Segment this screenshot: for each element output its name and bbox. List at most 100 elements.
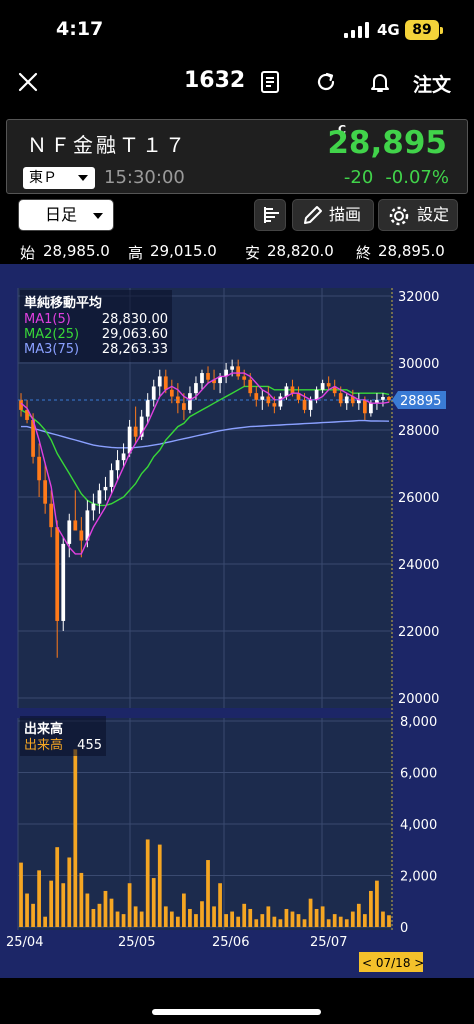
price-chart[interactable]: 32000 30000 28000 26000 24000 22000 20000 8,000… bbox=[0, 264, 474, 978]
volume-bar bbox=[224, 914, 228, 927]
volume-bar bbox=[206, 860, 210, 927]
ma2-label: MA2(25) bbox=[24, 327, 80, 342]
date-tick-label: 25/07 bbox=[310, 935, 347, 950]
ma-legend: 単純移動平均 MA1(5) 28,830.00 MA2(25) 29,063.6… bbox=[20, 290, 172, 362]
candle-body bbox=[151, 386, 156, 400]
home-indicator[interactable] bbox=[152, 1009, 321, 1015]
document-icon[interactable] bbox=[258, 70, 282, 94]
volume-tick-label: 6,000 bbox=[400, 767, 437, 782]
volume-bar bbox=[163, 906, 168, 927]
chevron-down-icon bbox=[93, 213, 103, 219]
nav-bar: 1632 注文 bbox=[0, 64, 474, 106]
candle-body bbox=[163, 376, 168, 390]
price-change: -20 -0.07% bbox=[332, 167, 449, 188]
stock-name: ＮＦ金融Ｔ１７ bbox=[27, 133, 188, 157]
candle-body bbox=[200, 373, 204, 384]
volume-bar bbox=[25, 893, 29, 927]
candle-body bbox=[381, 397, 385, 400]
close-icon[interactable] bbox=[16, 70, 40, 94]
volume-tick-label: 4,000 bbox=[400, 818, 437, 833]
volume-bar bbox=[121, 914, 126, 927]
volume-label: 出来高 bbox=[24, 738, 64, 753]
ma-legend-row: MA2(25) 29,063.60 bbox=[24, 327, 168, 342]
volume-bar bbox=[242, 903, 247, 927]
period-select[interactable]: 日足 bbox=[18, 199, 114, 231]
candle-body bbox=[338, 393, 343, 404]
high-label: 高 bbox=[128, 244, 144, 262]
chevron-down-icon bbox=[78, 175, 88, 181]
volume-bar bbox=[61, 883, 66, 927]
ma3-value: 28,263.33 bbox=[101, 342, 168, 357]
price-tick-label: 22000 bbox=[398, 625, 439, 640]
volume-bar bbox=[381, 911, 385, 927]
volume-bar bbox=[362, 914, 367, 927]
candle-body bbox=[79, 530, 84, 541]
volume-bar bbox=[272, 916, 277, 927]
period-label: 日足 bbox=[45, 205, 78, 224]
candle-body bbox=[266, 396, 271, 404]
signal-icon bbox=[344, 22, 369, 38]
volume-bar bbox=[308, 898, 313, 927]
cursor-date-label: < 07/18 > bbox=[362, 956, 424, 970]
candle-body bbox=[182, 403, 186, 410]
volume-bar bbox=[212, 906, 216, 927]
volume-bar bbox=[169, 911, 174, 927]
volume-bar bbox=[236, 916, 241, 927]
settings-label: 設定 bbox=[417, 205, 450, 224]
price-tick-label: 26000 bbox=[398, 491, 439, 506]
candle-body bbox=[302, 399, 307, 410]
volume-bar bbox=[188, 908, 192, 927]
volume-bar bbox=[369, 890, 373, 927]
price-tick-label: 28000 bbox=[398, 424, 439, 439]
open-label: 始 bbox=[20, 244, 36, 262]
candle-body bbox=[236, 366, 241, 377]
status-bar: 4:17 4G 89 bbox=[0, 0, 474, 64]
market-select[interactable]: 東Ｐ bbox=[23, 167, 95, 189]
volume-bar bbox=[320, 906, 325, 927]
candle-body bbox=[115, 460, 120, 471]
order-button[interactable]: 注文 bbox=[413, 70, 451, 97]
candle-body bbox=[109, 470, 114, 487]
volume-bar bbox=[133, 906, 138, 927]
volume-bar bbox=[103, 890, 108, 927]
settings-button[interactable]: 設定 bbox=[378, 199, 458, 231]
volume-bar bbox=[19, 862, 23, 927]
candle-body bbox=[67, 520, 72, 544]
volume-bar bbox=[260, 914, 265, 927]
price-tick-label: 32000 bbox=[398, 290, 439, 305]
volume-bar bbox=[109, 898, 114, 927]
current-price: 28,895 bbox=[327, 125, 447, 161]
indicator-button[interactable] bbox=[254, 199, 286, 231]
bars-icon bbox=[264, 207, 279, 223]
volume-bar bbox=[194, 914, 198, 927]
candle-body bbox=[260, 396, 265, 400]
ma-legend-row: MA3(75) 28,263.33 bbox=[24, 342, 168, 357]
ma2-value: 29,063.60 bbox=[101, 327, 168, 342]
volume-bar bbox=[127, 883, 132, 927]
market-label: 東Ｐ bbox=[29, 170, 57, 186]
bell-icon[interactable] bbox=[368, 70, 392, 94]
low-value: 28,820.0 bbox=[267, 242, 334, 260]
ma1-value: 28,830.00 bbox=[101, 312, 168, 327]
chart-area[interactable]: 32000 30000 28000 26000 24000 22000 20000 8,000… bbox=[0, 264, 474, 978]
volume-bar bbox=[248, 908, 253, 927]
quote-time: 15:30:00 bbox=[104, 167, 185, 188]
draw-button[interactable]: 描画 bbox=[292, 199, 374, 231]
current-price-tag-label: 28895 bbox=[400, 394, 441, 409]
candle-body bbox=[206, 373, 210, 380]
volume-bar bbox=[31, 903, 35, 927]
refresh-icon[interactable] bbox=[314, 70, 338, 94]
candle-body bbox=[290, 386, 295, 394]
volume-bar bbox=[91, 908, 96, 927]
volume-legend-title: 出来高 bbox=[24, 722, 64, 737]
volume-bar bbox=[314, 908, 319, 927]
ma-legend-title: 単純移動平均 bbox=[24, 296, 103, 311]
volume-bar bbox=[115, 911, 120, 927]
candle-body bbox=[73, 520, 78, 531]
close-label: 終 bbox=[356, 244, 372, 262]
volume-bar bbox=[67, 857, 72, 927]
candle-body bbox=[369, 403, 373, 414]
candle-body bbox=[49, 503, 54, 528]
ma1-label: MA1(5) bbox=[24, 312, 71, 327]
candle-body bbox=[194, 383, 198, 394]
